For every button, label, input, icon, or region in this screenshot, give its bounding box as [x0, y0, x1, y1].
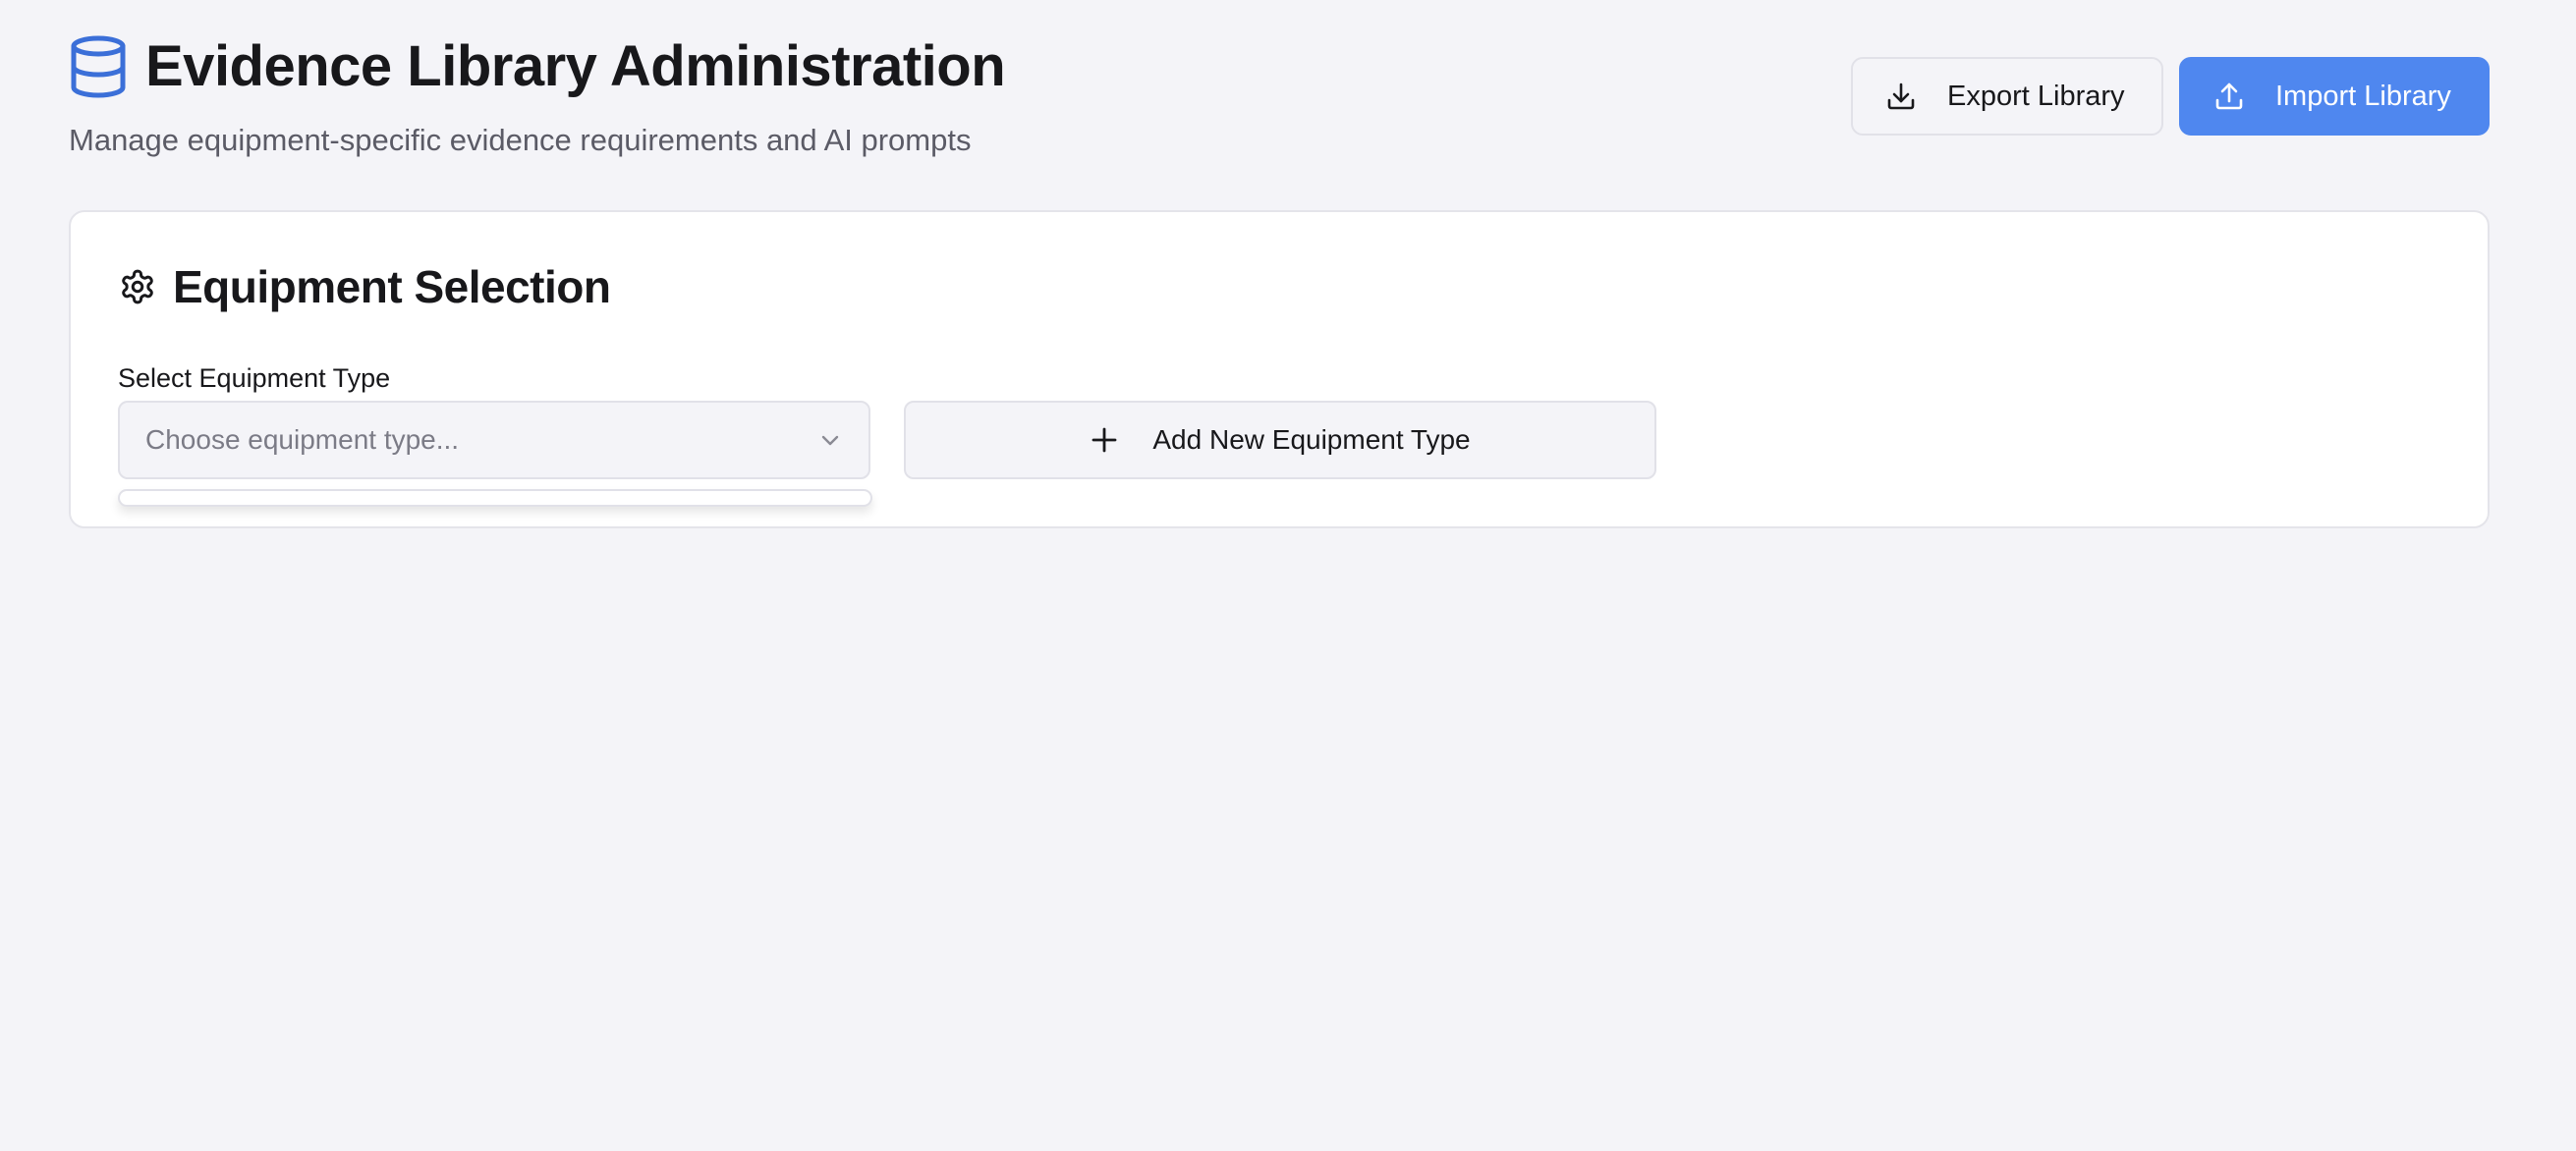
- select-equipment-type-label: Select Equipment Type: [118, 363, 391, 393]
- import-library-button[interactable]: Import Library: [2179, 57, 2490, 136]
- card-title: Equipment Selection: [173, 261, 611, 312]
- download-icon: [1884, 80, 1918, 113]
- import-library-label: Import Library: [2275, 80, 2451, 112]
- page-title: Evidence Library Administration: [145, 34, 1006, 98]
- plus-icon: [1090, 425, 1119, 455]
- equipment-type-placeholder: Choose equipment type...: [145, 424, 460, 455]
- add-new-equipment-type-button[interactable]: Add New Equipment Type: [904, 401, 1656, 479]
- export-library-label: Export Library: [1947, 80, 2125, 112]
- equipment-type-dropdown-menu[interactable]: [118, 489, 872, 507]
- page-header: Evidence Library Administration Manage e…: [69, 29, 2490, 167]
- database-icon: [69, 34, 128, 99]
- export-library-button[interactable]: Export Library: [1851, 57, 2163, 136]
- gear-icon: [118, 267, 157, 306]
- equipment-type-select[interactable]: Choose equipment type...: [118, 401, 870, 479]
- card-title-row: Equipment Selection: [118, 259, 611, 314]
- upload-icon: [2212, 80, 2246, 113]
- chevron-down-icon: [817, 427, 843, 453]
- add-new-equipment-type-label: Add New Equipment Type: [1152, 424, 1471, 455]
- header-actions: Export Library Import Library: [1851, 57, 2490, 136]
- equipment-selection-card: Equipment Selection Select Equipment Typ…: [69, 210, 2490, 528]
